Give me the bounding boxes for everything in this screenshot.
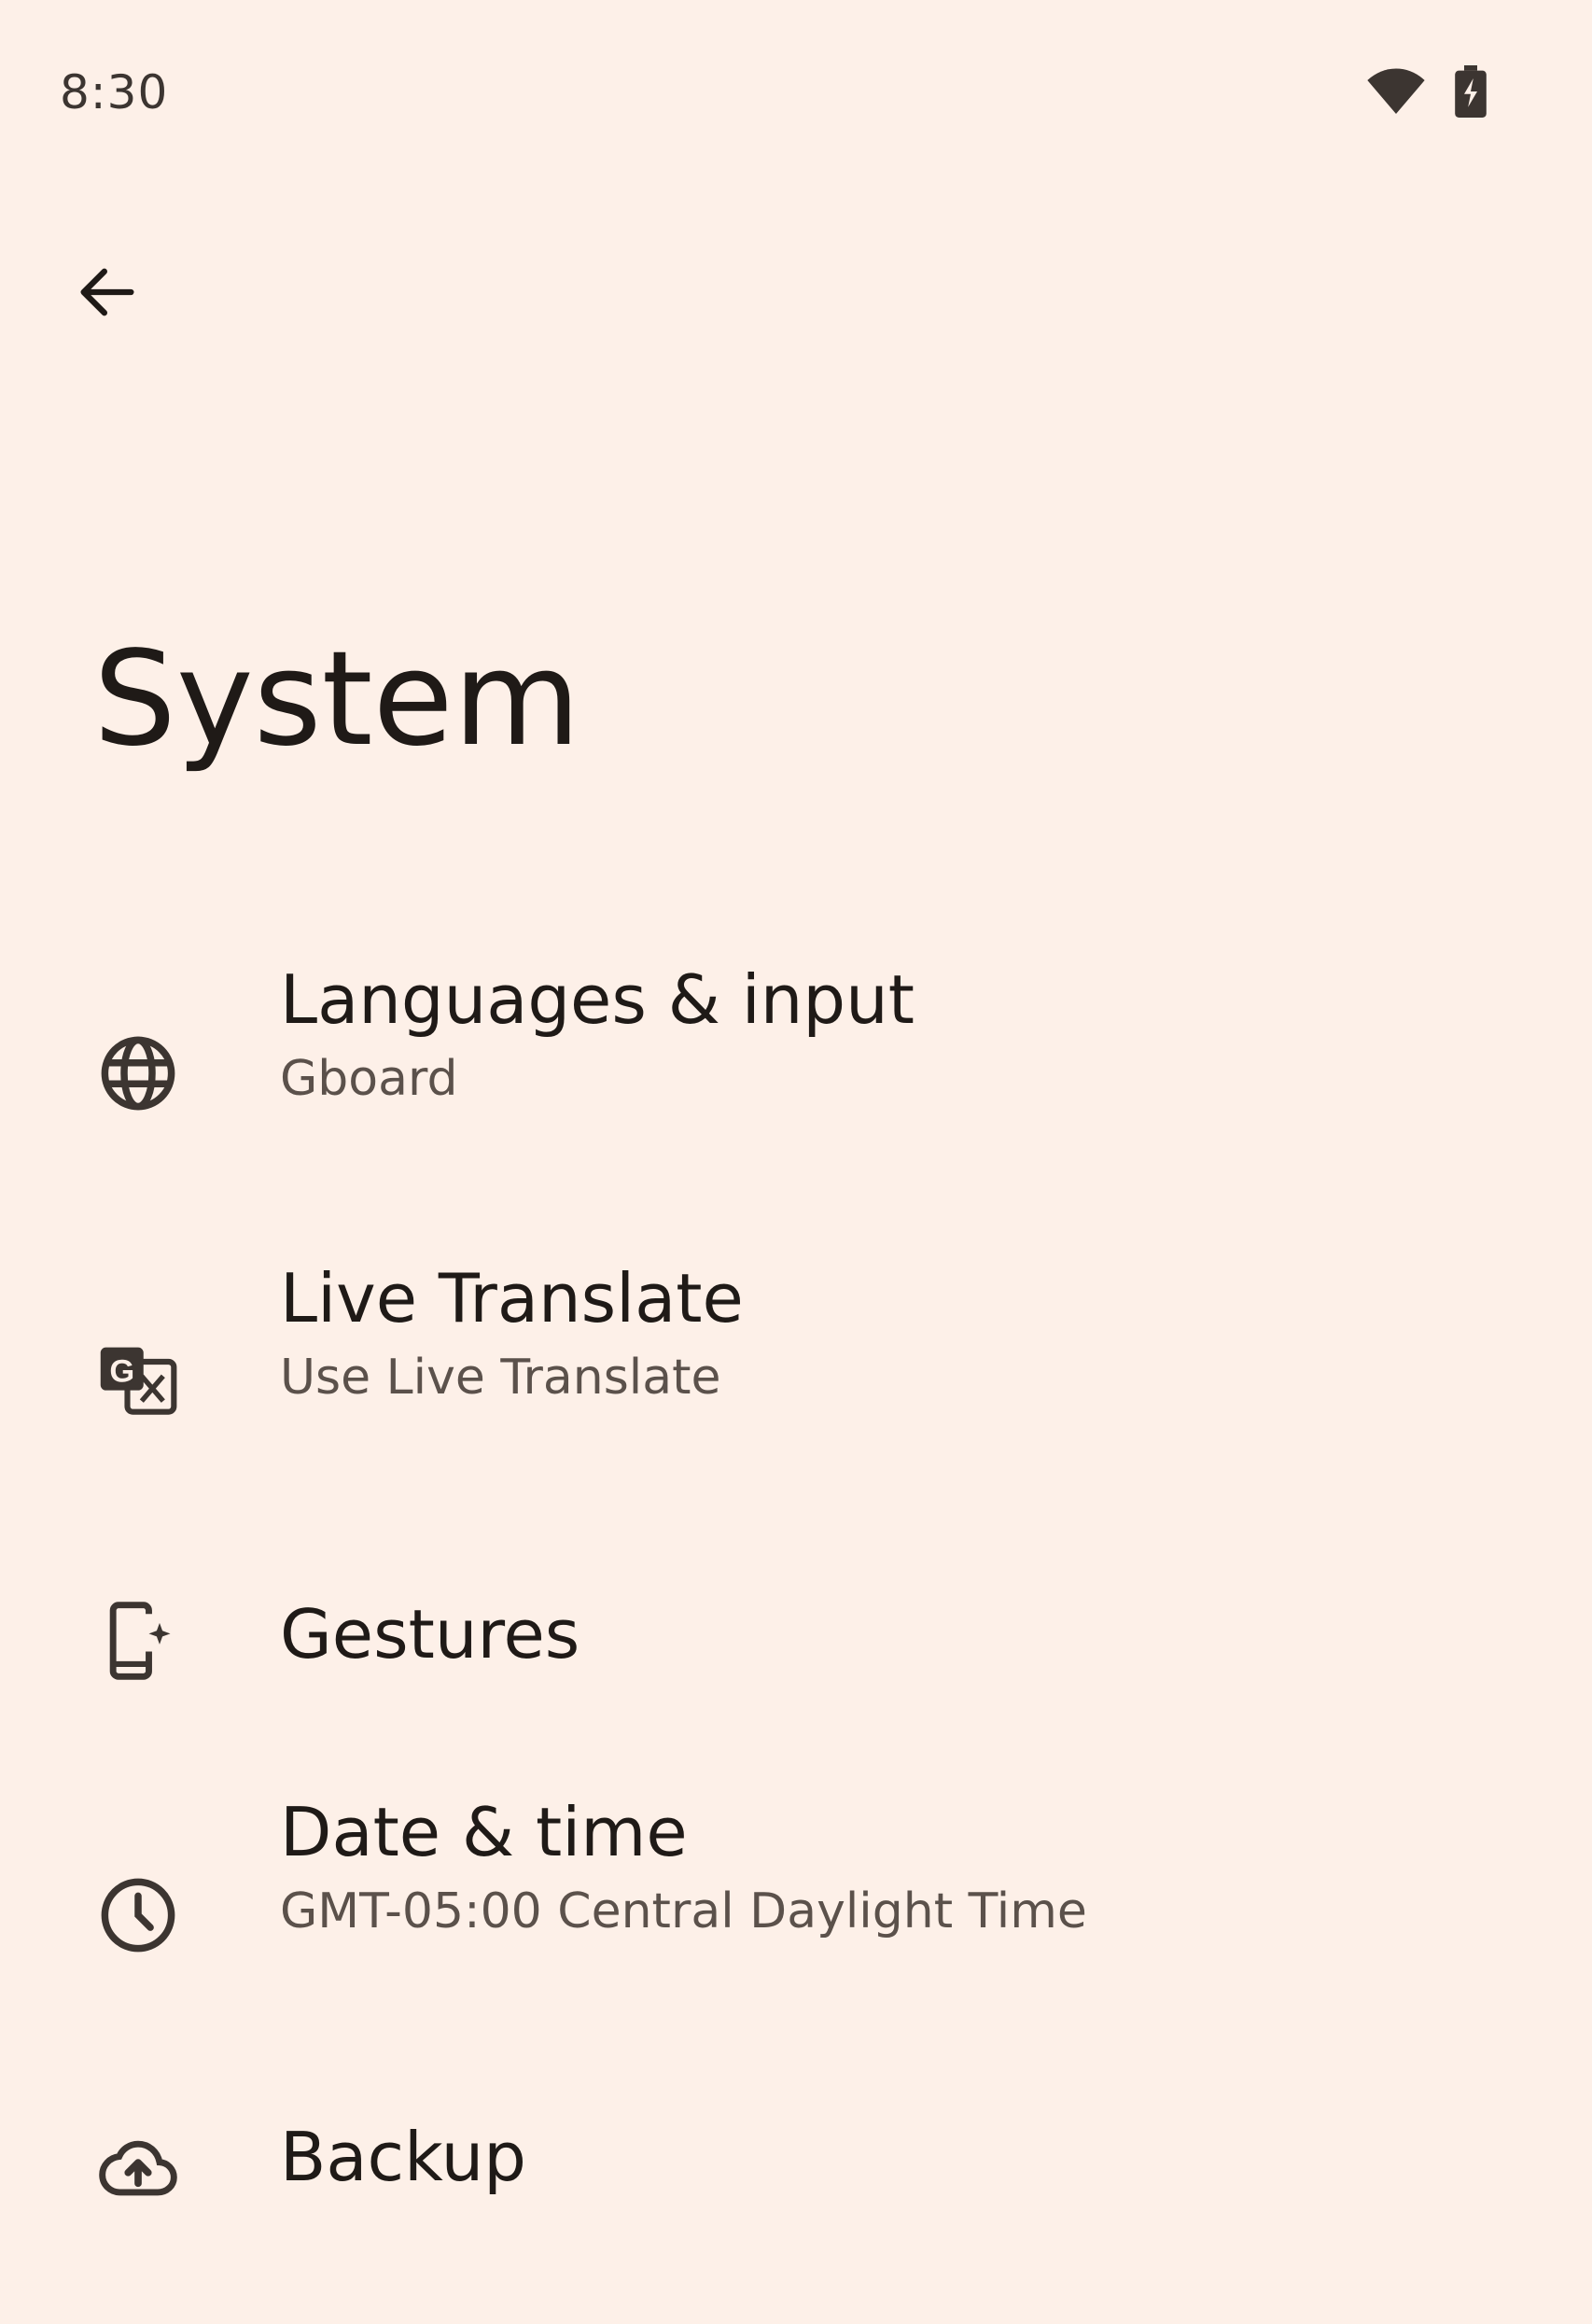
page-title: System [93, 623, 581, 776]
settings-item-title: Live Translate [280, 1259, 744, 1337]
arrow-back-icon [72, 257, 143, 331]
settings-item-date-time[interactable]: Date & time GMT-05:00 Central Daylight T… [0, 1773, 1592, 2081]
back-button[interactable] [56, 243, 159, 345]
settings-item-summary: Gboard [280, 1050, 458, 1107]
settings-item-text: Languages & input Gboard [280, 961, 915, 1108]
settings-item-title: Backup [280, 2118, 526, 2196]
status-time: 8:30 [60, 65, 169, 119]
translate-icon: G [93, 1338, 183, 1428]
svg-text:G: G [109, 1353, 134, 1389]
settings-item-gestures[interactable]: Gestures [0, 1540, 1592, 1773]
settings-item-text: Backup [280, 2119, 526, 2196]
settings-item-text: Date & time GMT-05:00 Central Daylight T… [280, 1794, 1087, 1940]
gestures-phone-icon [93, 1596, 183, 1686]
status-bar: 8:30 [0, 0, 1592, 187]
status-icons [1366, 65, 1489, 121]
wifi-icon [1366, 66, 1426, 120]
settings-item-live-translate[interactable]: G Live Translate Use Live Translate [0, 1223, 1592, 1540]
settings-item-languages-input[interactable]: Languages & input Gboard [0, 924, 1592, 1223]
settings-item-text: Live Translate Use Live Translate [280, 1260, 744, 1407]
cloud-upload-icon [93, 2124, 183, 2214]
settings-item-summary: Use Live Translate [280, 1349, 721, 1406]
settings-list: Languages & input Gboard G Live Translat… [0, 924, 1592, 2324]
settings-item-backup[interactable]: Backup [0, 2081, 1592, 2324]
clock-icon [93, 1870, 183, 1960]
settings-item-title: Gestures [280, 1595, 580, 1673]
settings-item-text: Gestures [280, 1596, 580, 1673]
settings-item-title: Languages & input [280, 960, 915, 1039]
settings-item-title: Date & time [280, 1793, 688, 1871]
settings-item-summary: GMT-05:00 Central Daylight Time [280, 1883, 1087, 1939]
battery-charging-icon [1452, 65, 1489, 121]
globe-icon [93, 1029, 183, 1118]
